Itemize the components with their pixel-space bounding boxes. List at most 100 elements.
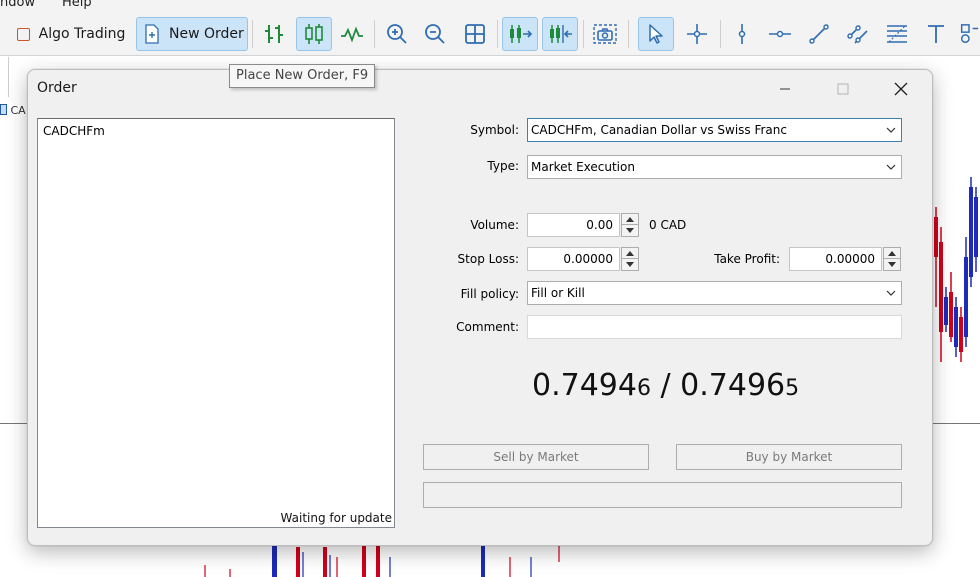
ask-price: 0.74965	[680, 368, 800, 403]
candlestick-chart-button[interactable]	[296, 17, 332, 51]
bar-chart-button[interactable]	[258, 17, 290, 51]
equidistant-channel-icon	[847, 25, 868, 44]
algo-trading-label: Algo Trading	[38, 26, 126, 42]
volume-input[interactable]: 0.00	[527, 213, 620, 237]
tile-windows-icon	[465, 24, 485, 44]
vertical-line-button[interactable]	[726, 17, 758, 51]
chart-tab-label: CA	[10, 104, 26, 117]
minimize-button[interactable]	[762, 72, 808, 106]
close-button[interactable]	[878, 72, 924, 106]
dialog-title: Order	[37, 80, 77, 96]
trend-line-button[interactable]	[803, 17, 835, 51]
bar-chart-icon	[265, 25, 283, 43]
horizontal-line-icon	[769, 30, 791, 38]
zoom-out-icon	[425, 24, 445, 44]
shapes-button[interactable]	[958, 17, 980, 51]
bid-price: 0.74946	[532, 368, 651, 403]
symbol-label: Symbol:	[470, 123, 519, 137]
chart-window-icon	[0, 104, 7, 115]
caret-down-icon	[626, 228, 634, 233]
symbol-select[interactable]: CADCHFm, Canadian Dollar vs Swiss Franc	[527, 118, 902, 142]
chevron-down-icon	[886, 164, 896, 170]
comment-label: Comment:	[456, 320, 519, 334]
take-profit-input[interactable]: 0.00000	[789, 247, 882, 271]
volume-unit: 0 CAD	[649, 218, 687, 232]
caret-up-icon	[626, 216, 634, 222]
caret-down-icon	[626, 262, 634, 267]
fibonacci-button[interactable]	[881, 17, 913, 51]
tick-chart-symbol: CADCHFm	[43, 124, 105, 138]
new-order-button[interactable]: New Order	[136, 17, 248, 51]
volume-down-button[interactable]	[621, 225, 639, 237]
cursor-button[interactable]	[638, 17, 674, 51]
cursor-icon	[649, 24, 663, 44]
auto-scroll-button[interactable]	[502, 17, 538, 51]
new-order-label: New Order	[169, 26, 244, 42]
toolbar-separator	[720, 20, 721, 48]
chevron-down-icon	[886, 290, 896, 296]
maximize-button[interactable]	[820, 72, 866, 106]
horizontal-line-button[interactable]	[764, 17, 796, 51]
type-label: Type:	[487, 159, 519, 173]
stop-loss-label: Stop Loss:	[457, 252, 519, 266]
take-profit-up-button[interactable]	[883, 247, 901, 259]
minimize-icon	[780, 88, 790, 90]
zoom-out-button[interactable]	[418, 17, 452, 51]
trend-line-icon	[809, 24, 829, 44]
algo-trading-icon	[16, 27, 30, 41]
zoom-in-icon	[387, 24, 407, 44]
menu-help[interactable]: Help	[62, 0, 92, 10]
buy-by-market-button[interactable]: Buy by Market	[676, 444, 902, 470]
zoom-in-button[interactable]	[380, 17, 414, 51]
toolbar-separator	[628, 20, 629, 48]
tick-chart-status: Waiting for update	[280, 511, 392, 525]
candlestick-chart-icon	[305, 24, 323, 44]
take-profit-down-button[interactable]	[883, 259, 901, 271]
toolbar-separator	[374, 20, 375, 48]
take-profit-stepper[interactable]	[883, 247, 901, 271]
crosshair-icon	[687, 24, 707, 44]
crosshair-button[interactable]	[680, 17, 714, 51]
screenshot-button[interactable]	[588, 17, 622, 51]
tick-chart-panel: CADCHFm Waiting for update	[37, 118, 395, 528]
stop-loss-input[interactable]: 0.00000	[527, 247, 620, 271]
toolbar-separator	[252, 20, 253, 48]
chevron-down-icon	[886, 127, 896, 133]
sell-by-market-button[interactable]: Sell by Market	[423, 444, 649, 470]
line-chart-button[interactable]	[336, 17, 368, 51]
toolbar-separator	[497, 20, 498, 48]
caret-up-icon	[626, 250, 634, 256]
algo-trading-button[interactable]: Algo Trading	[10, 17, 132, 51]
chart-shift-button[interactable]	[542, 17, 578, 51]
volume-up-button[interactable]	[621, 213, 639, 225]
stop-loss-up-button[interactable]	[621, 247, 639, 259]
fill-policy-select[interactable]: Fill or Kill	[527, 281, 902, 305]
volume-stepper[interactable]	[621, 213, 639, 237]
caret-down-icon	[888, 262, 896, 267]
chart-shift-icon	[550, 25, 572, 43]
comment-input[interactable]	[527, 315, 902, 339]
equidistant-channel-button[interactable]	[842, 17, 874, 51]
type-select[interactable]: Market Execution	[527, 155, 902, 179]
menu-bar: ndow Help	[0, 0, 980, 12]
stop-loss-stepper[interactable]	[621, 247, 639, 271]
tile-windows-button[interactable]	[458, 17, 492, 51]
auto-scroll-icon	[510, 25, 533, 43]
stop-loss-down-button[interactable]	[621, 259, 639, 271]
price-separator: /	[650, 368, 681, 403]
maximize-icon	[837, 83, 849, 95]
order-dialog: Order CADCHFm Waiting for update Symbol:…	[27, 69, 933, 546]
chart-tab[interactable]: CA	[0, 104, 26, 117]
menu-window[interactable]: ndow	[0, 0, 35, 10]
text-icon	[928, 25, 944, 43]
bid-ask-price: 0.74946 / 0.74965	[532, 368, 799, 403]
text-button[interactable]	[920, 17, 952, 51]
screenshot-icon	[593, 24, 617, 44]
new-order-icon	[145, 24, 159, 44]
chart-divider	[8, 57, 9, 97]
symbol-select-value: CADCHFm, Canadian Dollar vs Swiss Franc	[531, 123, 787, 137]
type-select-value: Market Execution	[531, 160, 635, 174]
close-icon	[894, 82, 908, 96]
caret-up-icon	[888, 250, 896, 256]
order-progress-bar	[423, 482, 902, 508]
